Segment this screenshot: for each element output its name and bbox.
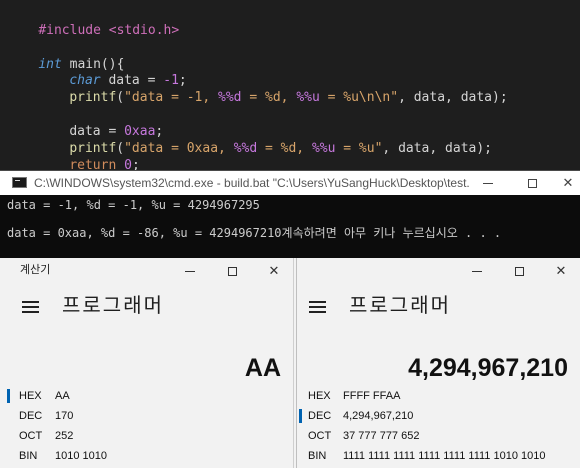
close-icon: ✕: [555, 263, 567, 279]
console-output-line: data = -1, %d = -1, %u = 4294967295: [7, 198, 260, 212]
calculator-mode-title: 프로그래머: [349, 293, 451, 317]
base-value: 1010 1010: [55, 450, 107, 462]
minimize-icon: [472, 270, 482, 272]
selected-indicator: [299, 409, 302, 423]
base-label: BIN: [308, 450, 327, 462]
minimize-icon: [483, 182, 493, 184]
string-part: = %d,: [257, 141, 312, 156]
console-icon: [12, 177, 27, 188]
console-output-line: data = 0xaa, %d = -86, %u = 4294967210계속…: [7, 226, 502, 240]
string-part: "data = 0xaa,: [124, 141, 234, 156]
format-escape: %%d: [233, 141, 258, 156]
args: , data, data);: [382, 141, 492, 156]
calculator-title: 계산기: [20, 263, 51, 276]
calculator-window-right[interactable]: ✕ 프로그래머 4,294,967,210 HEX FFFF FFAA DEC …: [296, 258, 580, 468]
base-value: 1111 1111 1111 1111 1111 1111 1010 1010: [343, 450, 546, 462]
base-value: 170: [55, 410, 74, 422]
maximize-icon: [527, 178, 537, 188]
base-label: DEC: [19, 410, 43, 422]
base-value: 37 777 777 652: [343, 430, 420, 442]
format-escape: %%u: [296, 90, 320, 105]
base-label: BIN: [19, 450, 38, 462]
base-label: DEC: [308, 410, 332, 422]
calculator-close-button[interactable]: ✕: [541, 258, 580, 284]
calculator-maximize-button[interactable]: [212, 258, 252, 284]
menu-hamburger-icon[interactable]: [301, 296, 333, 318]
base-row-hex[interactable]: HEX FFFF FFAA: [297, 386, 580, 406]
string-part: = %d,: [241, 90, 297, 105]
calculator-maximize-button[interactable]: [499, 258, 539, 284]
base-row-hex[interactable]: HEX AA: [0, 386, 293, 406]
code-line-include[interactable]: #include <stdio.h>: [7, 1, 179, 38]
calculator-window-left[interactable]: 계산기 ✕ 프로그래머 AA HEX AA DEC 170 OCT 252 BI…: [0, 258, 294, 468]
console-close-button[interactable]: ✕: [548, 171, 580, 195]
base-value: AA: [55, 390, 70, 402]
maximize-icon: [227, 266, 237, 276]
selected-indicator: [7, 389, 10, 403]
base-value: FFFF FFAA: [343, 390, 401, 402]
base-value: 4,294,967,210: [343, 410, 414, 422]
base-label: HEX: [19, 390, 42, 402]
code-editor[interactable]: #include <stdio.h> int main(){ char data…: [0, 0, 580, 172]
string-part: = %u\n\n": [319, 90, 399, 105]
calculator-mode-title: 프로그래머: [62, 293, 164, 317]
calculator-display: AA: [244, 354, 281, 382]
base-label: OCT: [308, 430, 332, 442]
base-label: HEX: [308, 390, 331, 402]
format-escape: %%d: [218, 90, 242, 105]
calculator-minimize-button[interactable]: [457, 258, 497, 284]
calculator-minimize-button[interactable]: [170, 258, 210, 284]
calculator-display: 4,294,967,210: [408, 354, 568, 382]
base-value: 252: [55, 430, 74, 442]
base-row-oct[interactable]: OCT 252: [0, 426, 293, 446]
calculator-close-button[interactable]: ✕: [254, 258, 293, 284]
base-row-dec[interactable]: DEC 170: [0, 406, 293, 426]
string-part: = %u": [335, 141, 383, 156]
base-row-dec[interactable]: DEC 4,294,967,210: [297, 406, 580, 426]
maximize-icon: [514, 266, 524, 276]
close-icon: ✕: [562, 175, 574, 191]
console-maximize-button[interactable]: [512, 171, 552, 195]
args: , data, data);: [398, 90, 508, 105]
console-title: C:\WINDOWS\system32\cmd.exe - build.bat …: [34, 176, 470, 190]
code-line-return[interactable]: return 0;: [38, 136, 139, 172]
console-titlebar[interactable]: C:\WINDOWS\system32\cmd.exe - build.bat …: [0, 171, 580, 195]
menu-hamburger-icon[interactable]: [14, 296, 46, 318]
minimize-icon: [185, 270, 195, 272]
console-window[interactable]: C:\WINDOWS\system32\cmd.exe - build.bat …: [0, 170, 580, 258]
base-label: OCT: [19, 430, 43, 442]
console-minimize-button[interactable]: [468, 171, 508, 195]
base-row-bin[interactable]: BIN 1111 1111 1111 1111 1111 1111 1010 1…: [297, 446, 580, 466]
close-icon: ✕: [268, 263, 280, 279]
format-escape: %%u: [311, 141, 336, 156]
base-row-oct[interactable]: OCT 37 777 777 652: [297, 426, 580, 446]
base-row-bin[interactable]: BIN 1010 1010: [0, 446, 293, 466]
code-line-printf-1[interactable]: printf("data = -1, %%d = %d, %%u = %u\n\…: [38, 68, 507, 105]
